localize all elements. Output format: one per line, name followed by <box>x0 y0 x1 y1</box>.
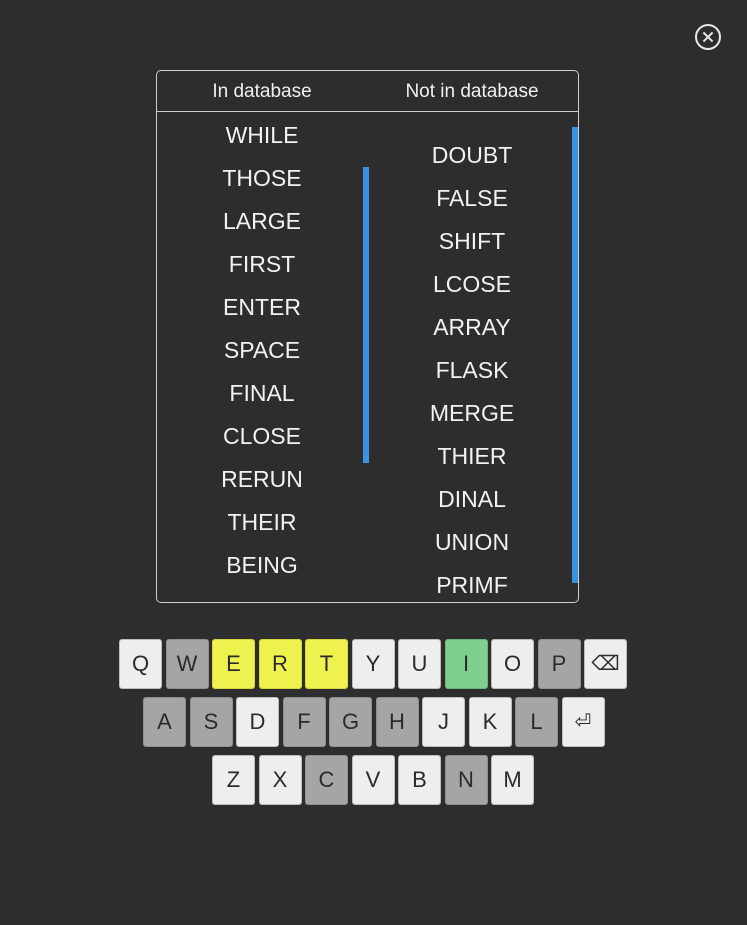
key-y[interactable]: Y <box>351 639 395 689</box>
key-l[interactable]: L <box>515 697 558 747</box>
key-g[interactable]: G <box>329 697 372 747</box>
key-h[interactable]: H <box>375 697 419 747</box>
word-item: UNION <box>434 529 510 555</box>
word-item: LCOSE <box>433 271 511 297</box>
word-item: ARRAY <box>433 314 511 340</box>
word-item: WHILE <box>225 122 299 148</box>
word-item: THEIR <box>227 509 297 535</box>
word-item: BEING <box>226 552 298 578</box>
key-v[interactable]: V <box>351 755 395 805</box>
word-item: PRIMF <box>436 572 508 598</box>
key-d[interactable]: D <box>236 697 279 747</box>
word-item: MERGE <box>429 400 515 426</box>
word-item: RERUN <box>221 466 303 492</box>
key-w[interactable]: W <box>165 639 209 689</box>
key-n[interactable]: N <box>444 755 488 805</box>
key-e[interactable]: E <box>212 639 255 689</box>
backspace-key[interactable]: ⌫ <box>584 639 627 689</box>
not-in-database-list: DOUBT FALSE SHIFT LCOSE ARRAY FLASK MERGE THIER… <box>367 141 577 602</box>
key-k[interactable]: K <box>468 697 512 747</box>
word-item: FALSE <box>436 185 508 211</box>
word-item: SPACE <box>223 337 301 363</box>
word-item: DINAL <box>438 486 506 512</box>
panel-header: In database Not in database <box>157 71 578 112</box>
close-icon[interactable] <box>695 24 721 50</box>
key-o[interactable]: O <box>491 639 534 689</box>
key-t[interactable]: T <box>305 639 348 689</box>
key-z[interactable]: Z <box>212 755 255 805</box>
word-item: SHIFT <box>438 228 506 254</box>
key-q[interactable]: Q <box>119 639 162 689</box>
key-b[interactable]: B <box>398 755 441 805</box>
word-item: ENTER <box>223 294 301 320</box>
enter-key[interactable]: ⏎ <box>561 697 605 747</box>
word-item: LARGE <box>223 208 301 234</box>
key-a[interactable]: A <box>143 697 186 747</box>
key-c[interactable]: C <box>305 755 348 805</box>
key-u[interactable]: U <box>398 639 441 689</box>
word-item: THIER <box>437 443 507 469</box>
word-database-panel: In database Not in database WHILE THOSE LA… <box>156 70 579 603</box>
key-m[interactable]: M <box>491 755 534 805</box>
key-p[interactable]: P <box>537 639 581 689</box>
word-item: FINAL <box>229 380 295 406</box>
key-r[interactable]: R <box>258 639 302 689</box>
word-item: CLOSE <box>223 423 301 449</box>
in-database-heading: In database <box>212 81 312 102</box>
key-i[interactable]: I <box>444 639 488 689</box>
key-x[interactable]: X <box>258 755 302 805</box>
in-database-list: WHILE THOSE LARGE FIRST ENTER SPACE FINAL CLOSE… <box>157 121 367 594</box>
not-in-database-heading: Not in database <box>405 81 539 102</box>
word-item: FIRST <box>228 251 296 277</box>
key-f[interactable]: F <box>282 697 326 747</box>
key-j[interactable]: J <box>422 697 465 747</box>
word-item: DOUBT <box>431 142 513 168</box>
not-in-database-scrollbar[interactable] <box>572 127 578 583</box>
word-item: THOSE <box>222 165 302 191</box>
key-s[interactable]: S <box>189 697 233 747</box>
word-item: FLASK <box>435 357 509 383</box>
